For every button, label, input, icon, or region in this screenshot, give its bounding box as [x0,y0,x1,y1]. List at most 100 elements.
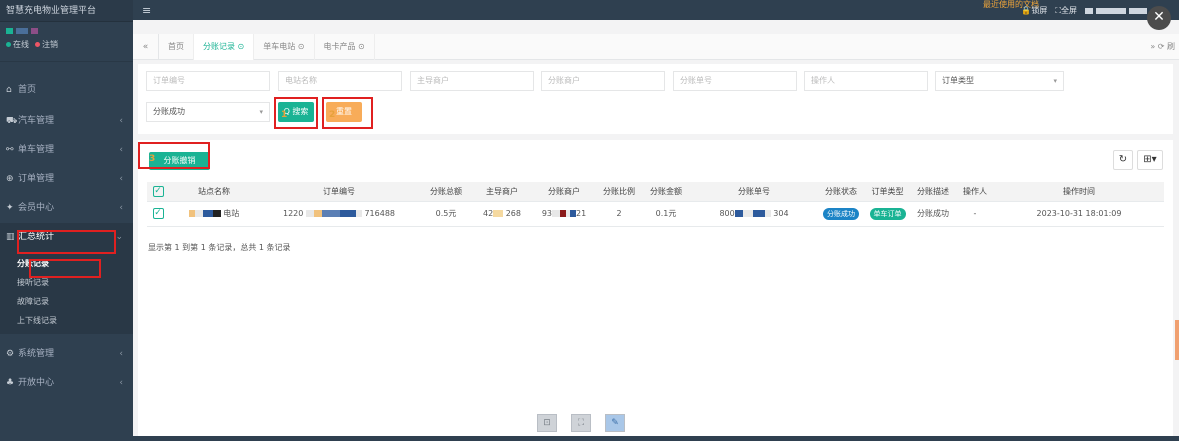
table-header-row: ✓ 站点名称 订单编号 分账总额 主导商户 分账商户 分账比例 分账金额 分账单… [147,182,1164,202]
cell-desc: 分账成功 [910,201,956,227]
operator-input[interactable]: 操作人 [804,71,928,91]
cell-status: 分账成功 [817,201,865,227]
chevron-down-icon: ⌄ [115,232,123,242]
col-station[interactable]: 站点名称 [169,182,259,202]
order-no-input[interactable]: 订单编号 [146,71,270,91]
cell-amount: 0.1元 [641,201,691,227]
crop-icon[interactable]: ⊡ [537,414,557,432]
edit-icon[interactable]: ✎ [605,414,625,432]
chevron-down-icon: ▾ [1053,77,1057,85]
cell-main-merchant: 42 268 [473,201,531,227]
bottom-bar [133,436,1179,441]
col-main-merchant[interactable]: 主导商户 [473,182,531,202]
menu-item-car[interactable]: ⛟汽车管理 ‹ [0,107,133,136]
chevron-left-icon: ‹ [119,116,123,126]
cell-order-type: 单车订单 [865,201,910,227]
cell-split-merchant: 93 21 [531,201,597,227]
top-bar: ≡ 最近使用的文档 🔒锁屏 ⛶全屏 [133,0,1179,20]
page-tabs: « 首页 分账记录 ⊙ 单车电站 ⊙ 电卡产品 ⊙ » ⟳ 刷 [133,33,1179,60]
annotation-number-3: 3 [149,154,156,164]
annotation-box-summary [17,230,116,254]
col-order-type[interactable]: 订单类型 [865,182,910,202]
menu-item-member[interactable]: ✦ 会员中心 ‹ [0,194,133,223]
menu-item-system[interactable]: ⚙ 系统管理 ‹ [0,340,133,369]
chevron-left-icon: ‹ [119,349,123,359]
logout-link[interactable]: 注销 [35,39,58,50]
user-name-masked [6,28,127,34]
tab-home[interactable]: 首页 [159,33,194,60]
split-records-table: ✓ 站点名称 订单编号 分账总额 主导商户 分账商户 分账比例 分账金额 分账单… [147,182,1164,227]
annotation-number-2: 2 [329,110,336,120]
user-panel: 在线 注销 [0,22,133,62]
annotation-number-1: 1 [281,110,288,120]
col-amount[interactable]: 分账金额 [641,182,691,202]
submenu-online-records[interactable]: 上下线记录 [0,311,133,330]
table-panel: 分账撤销 ↻ ⊞▾ ✓ 站点名称 订单编号 分账总额 主导商户 分账商户 分账比… [138,140,1173,441]
col-ratio[interactable]: 分账比例 [597,182,641,202]
status-badge: 分账成功 [823,207,859,220]
tab-split-records[interactable]: 分账记录 ⊙ [194,33,255,60]
tabs-forward-refresh[interactable]: » ⟳ 刷 [1150,34,1179,60]
brand-title: 智慧充电物业管理平台 [0,0,133,22]
fullscreen-button[interactable]: ⛶全屏 [1055,5,1077,16]
refresh-icon[interactable]: ↻ [1113,150,1133,170]
developer-icon: ♣ [6,378,15,388]
split-merchant-input[interactable]: 分账商户 [541,71,665,91]
menu-item-bike[interactable]: ⚯ 单车管理 ‹ [0,136,133,165]
station-name-input[interactable]: 电站名称 [278,71,402,91]
online-dot-icon [6,42,11,47]
home-icon: ⌂ [6,85,12,95]
order-icon: ⊕ [6,174,14,184]
col-operator[interactable]: 操作人 [956,182,994,202]
cell-split-no: 800 304 [691,201,817,227]
split-status-select[interactable]: 分账成功 ▾ [146,102,270,122]
columns-toggle-icon[interactable]: ⊞▾ [1137,150,1163,170]
col-status[interactable]: 分账状态 [817,182,865,202]
select-all-checkbox[interactable]: ✓ [147,182,169,202]
menu-item-open[interactable]: ♣ 开放中心 ‹ [0,369,133,398]
online-status: 在线 [6,39,29,50]
col-total[interactable]: 分账总额 [419,182,473,202]
cell-total: 0.5元 [419,201,473,227]
user-info-masked[interactable] [1085,7,1147,14]
chevron-left-icon: ‹ [119,174,123,184]
lock-screen-button[interactable]: 🔒锁屏 [1021,5,1047,16]
fit-screen-icon[interactable]: ⛶ [571,414,591,432]
split-no-input[interactable]: 分账单号 [673,71,797,91]
order-type-badge: 单车订单 [869,207,906,220]
tab-bike-station[interactable]: 单车电站 ⊙ [254,33,315,60]
sidebar: 智慧充电物业管理平台 在线 注销 ⌂ 首页 ⛟汽车管理 ‹ ⚯ 单车管理 ‹ ⊕ 订单管理… [0,0,133,441]
cell-station: 电站 [169,201,259,227]
tabs-back-icon[interactable]: « [133,33,159,60]
floating-toolbar: ⊡ ⛶ ✎ [537,414,625,432]
member-icon: ✦ [6,203,14,213]
col-split-no[interactable]: 分账单号 [691,182,817,202]
gear-icon: ⚙ [6,349,15,359]
annotation-box-split-records [29,259,101,278]
col-split-merchant[interactable]: 分账商户 [531,182,597,202]
main-merchant-input[interactable]: 主导商户 [410,71,534,91]
bike-icon: ⚯ [6,145,14,155]
col-desc[interactable]: 分账描述 [910,182,956,202]
chevron-left-icon: ‹ [119,145,123,155]
table-row[interactable]: ✓ 电站 1220 716488 0.5元 42 268 93 21 2 0.1… [147,201,1164,227]
side-handle [1175,320,1179,360]
col-order-no[interactable]: 订单编号 [259,182,419,202]
submenu-fault-records[interactable]: 故障记录 [0,292,133,311]
menu-item-order[interactable]: ⊕ 订单管理 ‹ [0,165,133,194]
close-icon[interactable]: ✕ [1147,6,1171,30]
order-type-select[interactable]: 订单类型 ▾ [935,71,1064,91]
chevron-down-icon: ▾ [259,108,263,116]
tab-card-product[interactable]: 电卡产品 ⊙ [315,33,375,60]
cell-time: 2023-10-31 18:01:09 [994,201,1164,227]
chevron-left-icon: ‹ [119,378,123,388]
chevron-left-icon: ‹ [119,203,123,213]
logout-icon [35,42,40,47]
car-icon: ⛟ [6,116,18,126]
col-time[interactable]: 操作时间 [994,182,1164,202]
cell-operator: - [956,201,994,227]
cell-ratio: 2 [597,201,641,227]
row-checkbox[interactable]: ✓ [147,201,169,227]
menu-item-home[interactable]: ⌂ 首页 [0,76,133,105]
menu-toggle-icon[interactable]: ≡ [142,4,151,17]
